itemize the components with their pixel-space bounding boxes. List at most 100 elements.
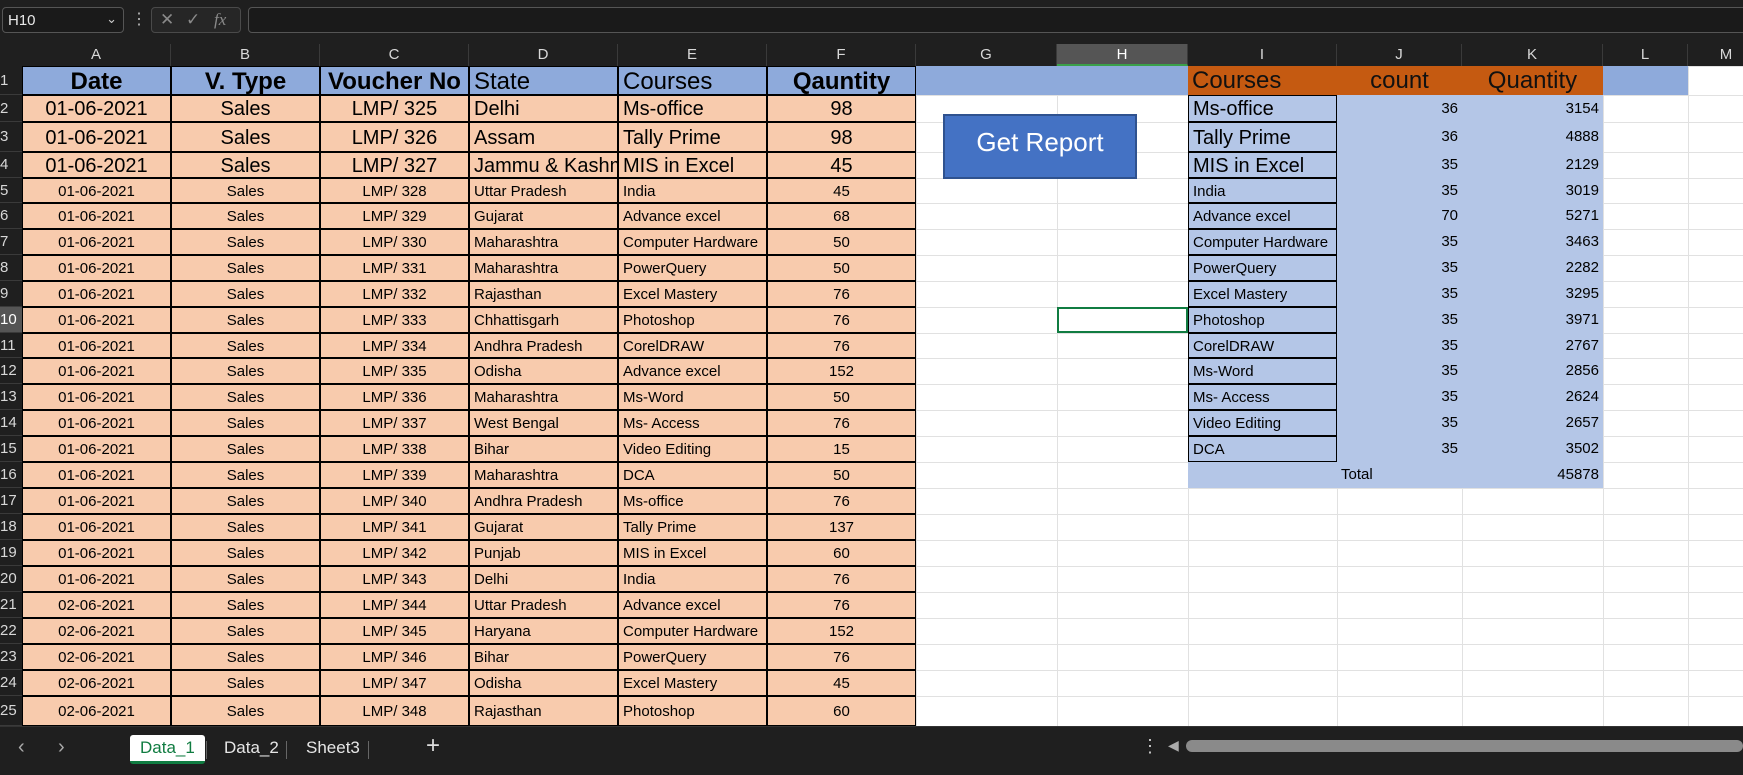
report-course[interactable]: CorelDRAW bbox=[1188, 333, 1337, 358]
row-header-24[interactable]: 24 bbox=[0, 670, 22, 696]
table-header-2[interactable]: Voucher No bbox=[320, 66, 469, 95]
tab-data_2[interactable]: Data_2 bbox=[214, 735, 289, 761]
table-cell[interactable]: 01-06-2021 bbox=[22, 307, 171, 333]
table-cell[interactable]: LMP/ 331 bbox=[320, 255, 469, 281]
table-cell[interactable]: LMP/ 343 bbox=[320, 566, 469, 592]
check-icon[interactable]: ✓ bbox=[186, 10, 200, 30]
table-cell[interactable]: Sales bbox=[171, 488, 320, 514]
report-count[interactable]: 35 bbox=[1337, 333, 1462, 358]
worksheet-grid[interactable]: Date V. Type Voucher No State Courses Qauntit… bbox=[22, 66, 1743, 726]
table-cell[interactable]: Maharashtra bbox=[469, 255, 618, 281]
table-cell[interactable]: LMP/ 347 bbox=[320, 670, 469, 696]
table-cell[interactable]: Bihar bbox=[469, 436, 618, 462]
table-cell[interactable]: DCA bbox=[618, 462, 767, 488]
table-cell[interactable]: 01-06-2021 bbox=[22, 436, 171, 462]
table-cell[interactable]: 01-06-2021 bbox=[22, 514, 171, 540]
table-cell[interactable]: Sales bbox=[171, 514, 320, 540]
table-cell[interactable]: 01-06-2021 bbox=[22, 152, 171, 178]
table-cell[interactable]: 01-06-2021 bbox=[22, 410, 171, 436]
report-course[interactable]: MIS in Excel bbox=[1188, 152, 1337, 178]
table-cell[interactable]: Sales bbox=[171, 410, 320, 436]
row-header-5[interactable]: 5 bbox=[0, 178, 22, 203]
table-cell[interactable]: 15 bbox=[767, 436, 916, 462]
table-cell[interactable]: Sales bbox=[171, 644, 320, 670]
table-cell[interactable]: 60 bbox=[767, 696, 916, 726]
table-cell[interactable]: Sales bbox=[171, 122, 320, 152]
column-header-i[interactable]: I bbox=[1188, 44, 1337, 66]
next-sheet-icon[interactable]: › bbox=[58, 736, 65, 759]
table-cell[interactable]: Punjab bbox=[469, 540, 618, 566]
table-cell[interactable]: 01-06-2021 bbox=[22, 255, 171, 281]
table-cell[interactable]: Photoshop bbox=[618, 307, 767, 333]
report-count[interactable]: 70 bbox=[1337, 203, 1462, 229]
table-cell[interactable]: LMP/ 346 bbox=[320, 644, 469, 670]
table-cell[interactable]: India bbox=[618, 178, 767, 203]
table-cell[interactable]: LMP/ 325 bbox=[320, 95, 469, 122]
table-cell[interactable]: Sales bbox=[171, 696, 320, 726]
table-cell[interactable]: 01-06-2021 bbox=[22, 203, 171, 229]
table-cell[interactable]: Sales bbox=[171, 178, 320, 203]
report-total-value[interactable]: 45878 bbox=[1462, 462, 1603, 488]
row-header-9[interactable]: 9 bbox=[0, 281, 22, 307]
table-cell[interactable]: 50 bbox=[767, 255, 916, 281]
report-header-0[interactable]: Courses bbox=[1188, 66, 1337, 95]
table-cell[interactable]: LMP/ 335 bbox=[320, 358, 469, 384]
table-cell[interactable]: LMP/ 344 bbox=[320, 592, 469, 618]
cancel-icon[interactable]: ✕ bbox=[160, 10, 174, 30]
table-cell[interactable]: 02-06-2021 bbox=[22, 696, 171, 726]
table-cell[interactable]: 02-06-2021 bbox=[22, 644, 171, 670]
table-cell[interactable]: 01-06-2021 bbox=[22, 122, 171, 152]
table-cell[interactable]: 50 bbox=[767, 229, 916, 255]
table-cell[interactable]: 68 bbox=[767, 203, 916, 229]
table-cell[interactable]: 76 bbox=[767, 592, 916, 618]
table-cell[interactable]: 01-06-2021 bbox=[22, 462, 171, 488]
table-cell[interactable]: Advance excel bbox=[618, 203, 767, 229]
table-cell[interactable]: Ms- Access bbox=[618, 410, 767, 436]
table-cell[interactable]: Gujarat bbox=[469, 203, 618, 229]
column-header-l[interactable]: L bbox=[1603, 44, 1688, 66]
table-cell[interactable]: Video Editing bbox=[618, 436, 767, 462]
report-quantity[interactable]: 5271 bbox=[1462, 203, 1603, 229]
report-course[interactable]: Excel Mastery bbox=[1188, 281, 1337, 307]
table-cell[interactable]: 01-06-2021 bbox=[22, 358, 171, 384]
table-cell[interactable]: Andhra Pradesh bbox=[469, 333, 618, 358]
row-header-7[interactable]: 7 bbox=[0, 229, 22, 255]
column-header-c[interactable]: C bbox=[320, 44, 469, 66]
report-course[interactable]: Computer Hardware bbox=[1188, 229, 1337, 255]
table-cell[interactable]: Maharashtra bbox=[469, 384, 618, 410]
formula-input[interactable] bbox=[248, 7, 1743, 33]
row-header-8[interactable]: 8 bbox=[0, 255, 22, 281]
table-cell[interactable]: Sales bbox=[171, 670, 320, 696]
table-cell[interactable]: Odisha bbox=[469, 358, 618, 384]
selected-cell[interactable] bbox=[1057, 307, 1188, 333]
row-header-17[interactable]: 17 bbox=[0, 488, 22, 514]
table-cell[interactable]: 76 bbox=[767, 644, 916, 670]
column-header-g[interactable]: G bbox=[916, 44, 1057, 66]
table-cell[interactable]: 50 bbox=[767, 462, 916, 488]
column-header-d[interactable]: D bbox=[469, 44, 618, 66]
table-cell[interactable]: 98 bbox=[767, 122, 916, 152]
report-course[interactable]: Ms-office bbox=[1188, 95, 1337, 122]
table-cell[interactable]: Sales bbox=[171, 281, 320, 307]
column-header-e[interactable]: E bbox=[618, 44, 767, 66]
table-cell[interactable]: 76 bbox=[767, 333, 916, 358]
table-cell[interactable]: 152 bbox=[767, 358, 916, 384]
report-count[interactable]: 35 bbox=[1337, 436, 1462, 462]
table-cell[interactable]: MIS in Excel bbox=[618, 152, 767, 178]
report-quantity[interactable]: 4888 bbox=[1462, 122, 1603, 152]
report-count[interactable]: 35 bbox=[1337, 307, 1462, 333]
table-cell[interactable]: LMP/ 341 bbox=[320, 514, 469, 540]
table-cell[interactable]: 01-06-2021 bbox=[22, 333, 171, 358]
row-header-6[interactable]: 6 bbox=[0, 203, 22, 229]
table-cell[interactable]: 45 bbox=[767, 178, 916, 203]
report-course[interactable]: Video Editing bbox=[1188, 410, 1337, 436]
table-cell[interactable]: Tally Prime bbox=[618, 514, 767, 540]
table-cell[interactable]: Advance excel bbox=[618, 358, 767, 384]
table-cell[interactable]: Sales bbox=[171, 618, 320, 644]
tab-sheet3[interactable]: Sheet3 bbox=[296, 735, 370, 761]
report-course[interactable]: India bbox=[1188, 178, 1337, 203]
table-cell[interactable]: Odisha bbox=[469, 670, 618, 696]
report-total-blank[interactable] bbox=[1188, 462, 1337, 488]
table-cell[interactable]: Bihar bbox=[469, 644, 618, 670]
report-course[interactable]: DCA bbox=[1188, 436, 1337, 462]
